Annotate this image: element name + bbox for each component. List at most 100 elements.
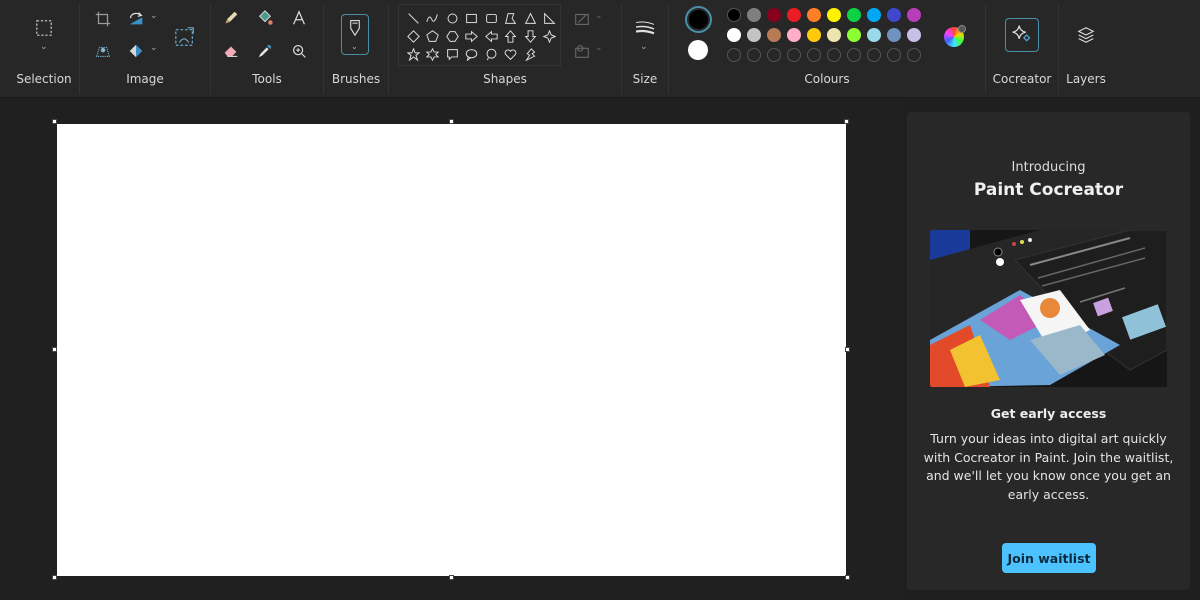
shape-fill-icon[interactable]: [572, 41, 592, 61]
colour-swatch[interactable]: [787, 28, 801, 42]
eraser-icon[interactable]: [221, 41, 241, 61]
resize-handle-top-right[interactable]: [844, 119, 849, 124]
image-group: ⌄ ⌄ Image: [80, 0, 210, 98]
size-dropdown-chevron-icon[interactable]: ⌄: [640, 42, 648, 52]
panel-intro: Introducing: [1011, 160, 1086, 175]
colour-swatch[interactable]: [887, 8, 901, 22]
shape-pentagon-icon[interactable]: [425, 28, 441, 44]
custom-colour-slot[interactable]: [887, 48, 901, 62]
colour-swatch[interactable]: [747, 8, 761, 22]
crop-icon[interactable]: [93, 9, 113, 29]
shape-callout-oval-icon[interactable]: [464, 46, 480, 62]
magnifier-icon[interactable]: [289, 41, 309, 61]
flip-dropdown-chevron-icon[interactable]: ⌄: [150, 43, 158, 53]
shape-arrow-up-icon[interactable]: [503, 28, 519, 44]
cocreator-sparkle-icon: [1012, 25, 1031, 42]
cocreator-button[interactable]: [1005, 18, 1039, 52]
custom-colour-slot[interactable]: [727, 48, 741, 62]
shape-callout-rounded-rectangle-icon[interactable]: [444, 46, 460, 62]
custom-colour-slot[interactable]: [787, 48, 801, 62]
colour-wheel-icon[interactable]: [943, 25, 966, 48]
shape-triangle-icon[interactable]: [522, 10, 538, 26]
colour-swatch[interactable]: [767, 28, 781, 42]
line-size-icon[interactable]: [633, 18, 657, 38]
shape-rounded-rectangle-icon[interactable]: [483, 10, 499, 26]
colour-swatch[interactable]: [767, 8, 781, 22]
pencil-icon[interactable]: [221, 8, 241, 28]
fill-bucket-icon[interactable]: [255, 8, 275, 28]
shape-arrow-down-icon[interactable]: [522, 28, 538, 44]
colour-swatch[interactable]: [867, 28, 881, 42]
shape-outline-icon[interactable]: [572, 9, 592, 29]
remove-background-icon[interactable]: [93, 41, 113, 61]
colour-swatch[interactable]: [827, 28, 841, 42]
colour-swatch[interactable]: [907, 8, 921, 22]
shape-diamond-icon[interactable]: [405, 28, 421, 44]
flip-icon[interactable]: [126, 41, 146, 61]
primary-colour-swatch[interactable]: [685, 6, 712, 33]
colours-label: Colours: [804, 72, 850, 86]
colour-swatch[interactable]: [827, 8, 841, 22]
resize-handle-left[interactable]: [52, 347, 57, 352]
custom-colour-slot[interactable]: [807, 48, 821, 62]
colour-swatch[interactable]: [887, 28, 901, 42]
rectangle-select-icon[interactable]: [34, 18, 54, 38]
colour-swatch[interactable]: [847, 8, 861, 22]
colour-swatch[interactable]: [847, 28, 861, 42]
rotate-icon[interactable]: [126, 9, 146, 29]
resize-icon[interactable]: [173, 25, 197, 49]
colour-swatch[interactable]: [867, 8, 881, 22]
colour-swatch[interactable]: [807, 8, 821, 22]
shape-rectangle-icon[interactable]: [464, 10, 480, 26]
outline-dropdown-chevron-icon[interactable]: ⌄: [595, 11, 603, 21]
custom-colour-slot[interactable]: [827, 48, 841, 62]
layers-icon[interactable]: [1075, 24, 1097, 46]
colour-swatch[interactable]: [787, 8, 801, 22]
ribbon-toolbar: ⌄ Selection ⌄ ⌄ Image Tools ⌄ Brushes ⌄ …: [0, 0, 1200, 98]
shape-callout-cloud-icon[interactable]: [483, 46, 499, 62]
shape-star-six-icon[interactable]: [425, 46, 441, 62]
secondary-colour-swatch[interactable]: [688, 40, 708, 60]
shape-curve-icon[interactable]: [425, 10, 441, 26]
text-icon[interactable]: [289, 8, 309, 28]
shape-line-icon[interactable]: [405, 10, 421, 26]
canvas-workspace: [0, 99, 900, 600]
shape-polygon-icon[interactable]: [503, 10, 519, 26]
color-picker-icon[interactable]: [255, 41, 275, 61]
colour-swatch[interactable]: [907, 28, 921, 42]
resize-handle-top-left[interactable]: [52, 119, 57, 124]
tools-group: Tools: [211, 0, 323, 98]
shape-star-four-icon[interactable]: [542, 28, 558, 44]
resize-handle-bottom-left[interactable]: [52, 575, 57, 580]
resize-handle-right[interactable]: [845, 347, 850, 352]
shape-oval-icon[interactable]: [444, 10, 460, 26]
brush-button[interactable]: ⌄: [341, 14, 369, 55]
shape-star-five-icon[interactable]: [405, 46, 421, 62]
resize-handle-top[interactable]: [449, 119, 454, 124]
layers-group: Layers: [1059, 0, 1113, 98]
shape-hexagon-icon[interactable]: [444, 28, 460, 44]
shape-arrow-left-icon[interactable]: [483, 28, 499, 44]
custom-colour-slot[interactable]: [747, 48, 761, 62]
fill-dropdown-chevron-icon[interactable]: ⌄: [595, 43, 603, 53]
drawing-canvas[interactable]: [57, 124, 846, 576]
custom-colour-slot[interactable]: [867, 48, 881, 62]
shape-lightning-icon[interactable]: [522, 46, 538, 62]
colour-swatch[interactable]: [807, 28, 821, 42]
resize-handle-bottom-right[interactable]: [845, 575, 850, 580]
rotate-dropdown-chevron-icon[interactable]: ⌄: [150, 11, 158, 21]
join-waitlist-button[interactable]: Join waitlist: [1002, 543, 1096, 573]
custom-colour-slot[interactable]: [907, 48, 921, 62]
shape-heart-icon[interactable]: [503, 46, 519, 62]
selection-group: ⌄ Selection: [0, 0, 88, 98]
selection-dropdown-chevron-icon[interactable]: ⌄: [40, 42, 48, 52]
shape-arrow-right-icon[interactable]: [464, 28, 480, 44]
colour-swatch[interactable]: [727, 8, 741, 22]
custom-colour-slot[interactable]: [767, 48, 781, 62]
resize-handle-bottom[interactable]: [449, 575, 454, 580]
custom-colour-slot[interactable]: [847, 48, 861, 62]
cocreator-group: Cocreator: [986, 0, 1058, 98]
colour-swatch[interactable]: [747, 28, 761, 42]
colour-swatch[interactable]: [727, 28, 741, 42]
shape-right-triangle-icon[interactable]: [542, 10, 558, 26]
